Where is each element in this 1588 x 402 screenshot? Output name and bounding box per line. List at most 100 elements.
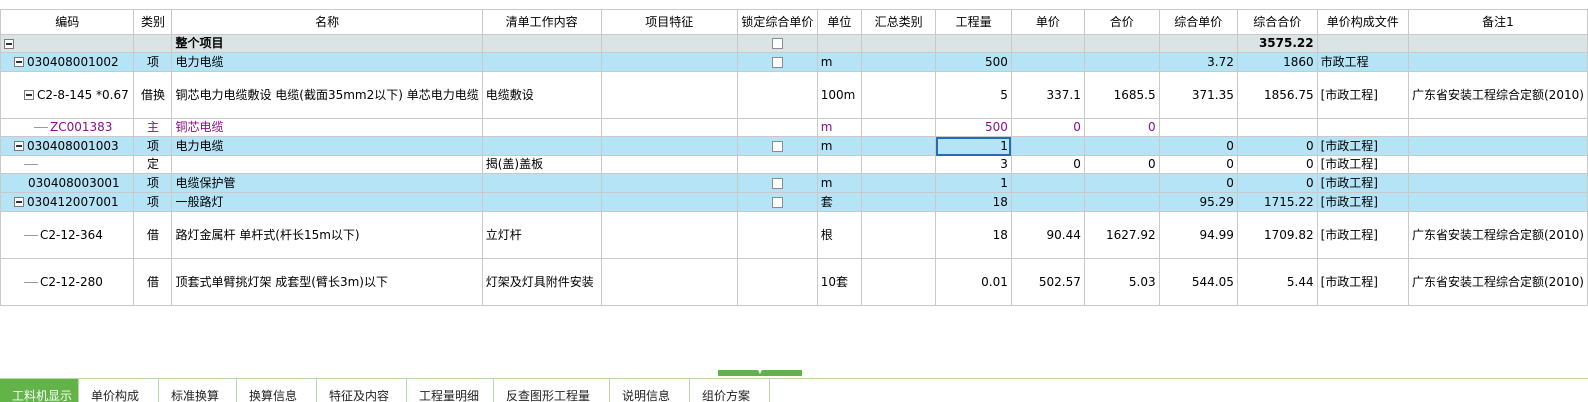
name-cell[interactable]: 铜芯电力电缆敷设 电缆(截面35mm2以下) 单芯电力电缆 <box>171 71 483 119</box>
unit-price-cell[interactable]: 337.1 <box>1010 71 1085 119</box>
unit-cell[interactable]: 100m <box>816 71 862 119</box>
unit-cell[interactable]: m <box>816 173 862 193</box>
total-cell[interactable] <box>1083 136 1160 156</box>
price-file-cell[interactable]: [市政工程] <box>1316 155 1410 174</box>
name-cell[interactable]: 一般路灯 <box>171 192 483 212</box>
tab-feature-content[interactable]: 特征及内容 <box>317 379 407 402</box>
lock-checkbox[interactable] <box>771 196 783 208</box>
content-cell[interactable] <box>481 173 602 193</box>
sum-category-cell[interactable] <box>860 34 937 53</box>
lock-cell[interactable] <box>736 34 818 53</box>
col-header-composite-total[interactable]: 综合合价 <box>1236 9 1318 35</box>
unit-price-cell[interactable]: 90.44 <box>1010 211 1085 259</box>
type-cell[interactable]: 借 <box>133 211 173 259</box>
col-header-price-file[interactable]: 单价构成文件 <box>1316 9 1410 35</box>
type-cell[interactable]: 项 <box>133 52 173 72</box>
total-cell[interactable]: 0 <box>1083 155 1160 174</box>
code-cell[interactable]: C2-12-280 <box>0 258 135 306</box>
name-cell[interactable]: 电缆保护管 <box>171 173 483 193</box>
col-header-code[interactable]: 编码 <box>0 9 135 35</box>
unit-price-cell[interactable]: 0 <box>1010 118 1085 137</box>
col-header-unit[interactable]: 单位 <box>816 9 862 35</box>
lock-cell[interactable] <box>736 71 818 119</box>
unit-cell[interactable]: 套 <box>816 192 862 212</box>
lock-cell[interactable] <box>736 52 818 72</box>
lock-cell[interactable] <box>736 173 818 193</box>
composite-price-cell[interactable]: 371.35 <box>1158 71 1238 119</box>
table-row[interactable]: 030408003001 项 电缆保护管 m 1 0 0 [市政工程] <box>0 173 1588 193</box>
name-cell[interactable]: 铜芯电缆 <box>171 118 483 137</box>
quantity-cell[interactable]: 3 <box>935 155 1012 174</box>
table-row[interactable]: C2-12-280 借 顶套式单臂挑灯架 成套型(臂长3m)以下 灯架及灯具附件… <box>0 258 1588 306</box>
feature-cell[interactable] <box>600 192 738 212</box>
unit-cell[interactable]: 根 <box>816 211 862 259</box>
type-cell[interactable]: 借换 <box>133 71 173 119</box>
quantity-cell[interactable]: 18 <box>935 192 1012 212</box>
price-file-cell[interactable] <box>1316 118 1410 137</box>
note-cell[interactable] <box>1408 34 1588 53</box>
sum-category-cell[interactable] <box>860 192 937 212</box>
feature-cell[interactable] <box>600 136 738 156</box>
lock-checkbox[interactable] <box>771 56 783 68</box>
feature-cell[interactable] <box>600 173 738 193</box>
sum-category-cell[interactable] <box>860 136 937 156</box>
composite-price-cell[interactable]: 3.72 <box>1158 52 1238 72</box>
total-cell[interactable] <box>1083 173 1160 193</box>
unit-cell[interactable]: m <box>816 118 862 137</box>
composite-total-cell[interactable]: 0 <box>1236 136 1318 156</box>
composite-total-cell[interactable]: 1860 <box>1236 52 1318 72</box>
type-cell[interactable]: 项 <box>133 173 173 193</box>
chevron-down-icon[interactable]: ▼ <box>755 367 765 375</box>
composite-total-cell[interactable]: 5.44 <box>1236 258 1318 306</box>
composite-price-cell[interactable]: 94.99 <box>1158 211 1238 259</box>
note-cell[interactable] <box>1408 118 1588 137</box>
composite-price-cell[interactable] <box>1158 34 1238 53</box>
table-row[interactable]: 030412007001 项 一般路灯 套 18 95.29 1715.22 [… <box>0 192 1588 212</box>
total-cell[interactable] <box>1083 52 1160 72</box>
lock-cell[interactable] <box>736 211 818 259</box>
unit-cell[interactable]: m <box>816 136 862 156</box>
col-header-composite-price[interactable]: 综合单价 <box>1158 9 1238 35</box>
composite-price-cell[interactable]: 0 <box>1158 155 1238 174</box>
type-cell[interactable]: 项 <box>133 136 173 156</box>
unit-price-cell[interactable]: 502.57 <box>1010 258 1085 306</box>
tab-description-info[interactable]: 说明信息 <box>610 379 690 402</box>
composite-price-cell[interactable]: 0 <box>1158 173 1238 193</box>
sum-category-cell[interactable] <box>860 118 937 137</box>
price-file-cell[interactable]: [市政工程] <box>1316 258 1410 306</box>
sum-category-cell[interactable] <box>860 211 937 259</box>
col-header-lock-price[interactable]: 锁定综合单价 <box>736 9 818 35</box>
quantity-cell[interactable]: 500 <box>935 118 1012 137</box>
note-cell[interactable] <box>1408 136 1588 156</box>
composite-total-cell[interactable] <box>1236 118 1318 137</box>
type-cell[interactable]: 项 <box>133 192 173 212</box>
type-cell[interactable]: 借 <box>133 258 173 306</box>
unit-price-cell[interactable] <box>1010 34 1085 53</box>
total-cell[interactable]: 1627.92 <box>1083 211 1160 259</box>
tab-conversion-info[interactable]: 换算信息 <box>237 379 317 402</box>
unit-cell[interactable]: 10套 <box>816 258 862 306</box>
content-cell[interactable] <box>481 34 602 53</box>
lock-checkbox[interactable] <box>771 38 783 49</box>
price-file-cell[interactable]: [市政工程] <box>1316 173 1410 193</box>
feature-cell[interactable] <box>600 211 738 259</box>
col-header-work-content[interactable]: 清单工作内容 <box>481 9 602 35</box>
code-cell[interactable]: C2-12-364 <box>0 211 135 259</box>
price-file-cell[interactable]: [市政工程] <box>1316 71 1410 119</box>
sum-category-cell[interactable] <box>860 155 937 174</box>
col-header-type[interactable]: 类别 <box>133 9 173 35</box>
type-cell[interactable] <box>133 34 173 53</box>
name-cell[interactable] <box>171 155 483 174</box>
content-cell[interactable]: 电缆敷设 <box>481 71 602 119</box>
unit-price-cell[interactable] <box>1010 192 1085 212</box>
collapse-icon[interactable] <box>14 141 24 151</box>
composite-total-cell[interactable]: 3575.22 <box>1236 34 1318 53</box>
unit-cell[interactable]: m <box>816 52 862 72</box>
total-cell[interactable]: 0 <box>1083 118 1160 137</box>
type-cell[interactable]: 主 <box>133 118 173 137</box>
sum-category-cell[interactable] <box>860 173 937 193</box>
name-cell[interactable]: 顶套式单臂挑灯架 成套型(臂长3m)以下 <box>171 258 483 306</box>
total-cell[interactable] <box>1083 34 1160 53</box>
sum-category-cell[interactable] <box>860 52 937 72</box>
table-row[interactable]: 整个项目 3575.22 <box>0 34 1588 53</box>
